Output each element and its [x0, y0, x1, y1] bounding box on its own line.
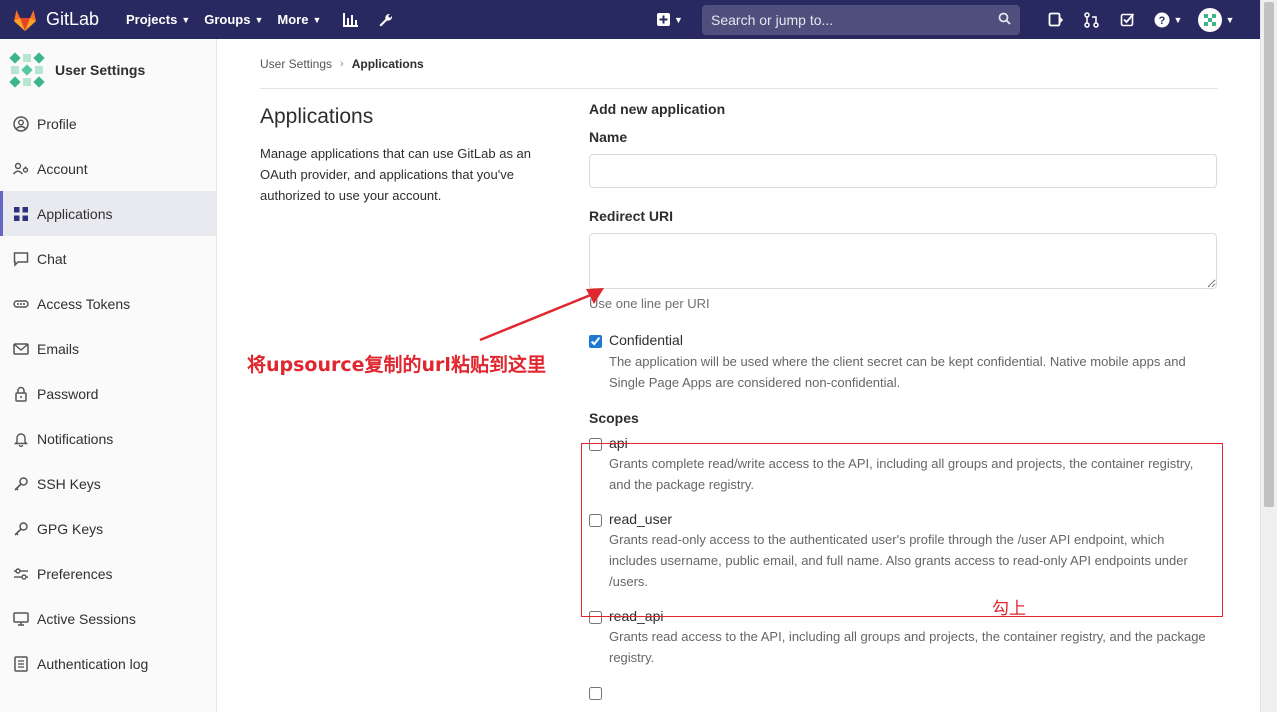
sidebar-item-label: Access Tokens	[37, 295, 131, 312]
issues-icon[interactable]	[1040, 5, 1070, 35]
tanuki-icon	[14, 9, 36, 31]
nav-more[interactable]: More ▼	[277, 12, 321, 27]
new-item-plus-icon[interactable]: ▼	[650, 5, 690, 35]
chevron-right-icon: ›	[340, 57, 344, 70]
scope-next-checkbox[interactable]	[589, 687, 602, 700]
search-icon	[998, 12, 1011, 28]
vertical-scrollbar[interactable]	[1260, 0, 1277, 712]
sidebar-item-emails[interactable]: Emails	[0, 326, 216, 371]
page-title: Applications	[260, 105, 374, 128]
chevron-down-icon: ▼	[1173, 14, 1183, 25]
user-avatar-menu[interactable]: ▼	[1194, 5, 1238, 35]
applications-icon	[13, 206, 29, 222]
gitlab-logo[interactable]: GitLab	[12, 8, 112, 32]
redirect-uri-label: Redirect URI	[589, 208, 674, 224]
sidebar-item-ssh-keys[interactable]: SSH Keys	[0, 461, 216, 506]
sidebar-item-label: Password	[37, 385, 99, 402]
sidebar-item-label: Profile	[37, 115, 77, 132]
key-icon	[13, 476, 29, 492]
sidebar-item-label: SSH Keys	[37, 475, 101, 492]
sidebar-item-access-tokens[interactable]: Access Tokens	[0, 281, 216, 326]
chat-icon	[13, 251, 29, 267]
todos-icon[interactable]	[1112, 5, 1142, 35]
scopes-highlight-box	[581, 443, 1223, 617]
chevron-down-icon: ▼	[312, 14, 322, 25]
redirect-uri-help: Use one line per URI	[589, 296, 710, 311]
annotation-paste-note: 将upsource复制的url粘贴到这里	[247, 354, 546, 376]
chevron-down-icon: ▼	[181, 14, 191, 25]
page-description: Manage applications that can use GitLab …	[260, 146, 532, 203]
chevron-down-icon: ▼	[674, 14, 683, 25]
sidebar-item-authentication-log[interactable]: Authentication log	[0, 641, 216, 686]
sidebar-item-notifications[interactable]: Notifications	[0, 416, 216, 461]
sidebar-item-gpg-keys[interactable]: GPG Keys	[0, 506, 216, 551]
merge-requests-icon[interactable]	[1076, 5, 1106, 35]
chevron-down-icon: ▼	[1225, 14, 1235, 25]
monitor-icon	[13, 611, 29, 627]
confidential-row: Confidential	[589, 332, 1218, 348]
sidebar-item-applications[interactable]: Applications	[0, 191, 216, 236]
nav-more-label: More	[277, 12, 309, 27]
nav-groups-label: Groups	[204, 12, 251, 27]
sidebar-item-label: Account	[37, 160, 88, 177]
breadcrumb-parent[interactable]: User Settings	[260, 57, 332, 71]
lock-icon	[13, 386, 29, 402]
log-icon	[13, 655, 29, 672]
confidential-help: The application will be used where the c…	[609, 354, 1186, 390]
page-intro: Applications Manage applications that ca…	[260, 105, 560, 206]
key-icon	[13, 521, 29, 537]
scrollbar-thumb[interactable]	[1264, 2, 1274, 507]
help-icon[interactable]: ? ▼	[1148, 5, 1188, 35]
search-input[interactable]	[711, 11, 998, 28]
bell-icon	[13, 431, 29, 447]
sidebar-item-label: Notifications	[37, 430, 114, 447]
breadcrumb: User Settings › Applications	[260, 39, 1218, 89]
confidential-label[interactable]: Confidential	[609, 332, 683, 348]
access-tokens-icon	[13, 296, 29, 312]
sidebar-item-label: Preferences	[37, 565, 113, 582]
profile-icon	[13, 115, 29, 132]
nav-groups[interactable]: Groups ▼	[204, 12, 263, 27]
emails-icon	[13, 341, 29, 357]
preferences-icon	[13, 566, 29, 582]
sidebar-item-profile[interactable]: Profile	[0, 101, 216, 146]
nav-projects[interactable]: Projects ▼	[126, 12, 190, 27]
sidebar-item-chat[interactable]: Chat	[0, 236, 216, 281]
annotation-arrow	[479, 288, 604, 342]
brand-name: GitLab	[46, 9, 100, 29]
search-box[interactable]	[702, 4, 1020, 35]
annotation-check-note: 勾上	[992, 599, 1026, 619]
sidebar-item-preferences[interactable]: Preferences	[0, 551, 216, 596]
sidebar-item-active-sessions[interactable]: Active Sessions	[0, 596, 216, 641]
sidebar-item-label: GPG Keys	[37, 520, 104, 537]
scopes-label: Scopes	[589, 410, 639, 426]
chevron-down-icon: ▼	[254, 14, 264, 25]
sidebar-item-label: Authentication log	[37, 655, 149, 672]
user-avatar-icon	[9, 52, 45, 88]
scope-row-next	[589, 684, 1218, 700]
avatar-icon	[1197, 7, 1222, 32]
sidebar-item-label: Emails	[37, 340, 80, 357]
name-label: Name	[589, 129, 628, 145]
scope-description: Grants read access to the API, including…	[609, 629, 1206, 665]
sidebar-item-label: Chat	[37, 250, 67, 267]
account-icon	[13, 161, 29, 177]
settings-sidebar: User Settings Profile Account Applicatio…	[0, 39, 217, 712]
sidebar-item-label: Active Sessions	[37, 610, 136, 627]
nav-projects-label: Projects	[126, 12, 178, 27]
sidebar-title: User Settings	[55, 62, 146, 78]
admin-wrench-icon[interactable]	[371, 5, 401, 35]
top-navbar: GitLab Projects▼ Groups▼ More▼ ▼ ? ▼ ▼	[0, 0, 1260, 39]
sidebar-item-password[interactable]: Password	[0, 371, 216, 416]
sidebar-item-account[interactable]: Account	[0, 146, 216, 191]
analytics-icon[interactable]	[335, 5, 365, 35]
sidebar-item-label: Applications	[37, 205, 113, 222]
redirect-uri-textarea[interactable]	[589, 233, 1217, 289]
svg-text:?: ?	[1158, 15, 1165, 27]
name-input[interactable]	[589, 154, 1217, 188]
sidebar-header[interactable]: User Settings	[0, 39, 216, 101]
form-heading: Add new application	[589, 101, 726, 117]
main-content: User Settings › Applications Application…	[260, 39, 1218, 700]
breadcrumb-current[interactable]: Applications	[352, 57, 424, 71]
